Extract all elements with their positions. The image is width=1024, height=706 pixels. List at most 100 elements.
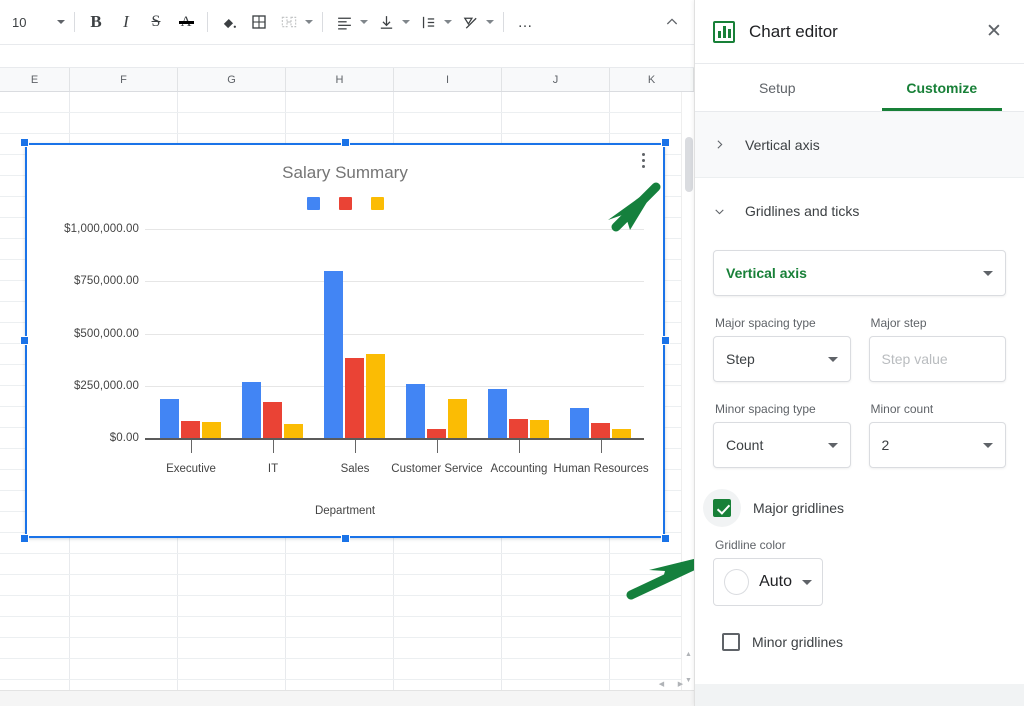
- grid-cell[interactable]: [394, 92, 502, 112]
- resize-handle-bottom-center[interactable]: [341, 534, 350, 543]
- resize-handle-top-center[interactable]: [341, 138, 350, 147]
- chart-bar[interactable]: [160, 399, 179, 438]
- grid-cell[interactable]: [178, 596, 286, 616]
- column-header-g[interactable]: G: [178, 68, 286, 91]
- grid-cell[interactable]: [286, 617, 394, 637]
- scroll-right-arrow-icon[interactable]: ▶: [674, 677, 687, 690]
- grid-cell[interactable]: [70, 554, 178, 574]
- italic-button[interactable]: I: [111, 7, 141, 37]
- grid-cell[interactable]: [502, 659, 610, 679]
- chart-selection-frame[interactable]: Salary Summary $1,000,000.00 $750,000.00 $…: [25, 143, 665, 538]
- grid-row[interactable]: [0, 575, 694, 596]
- more-options-button[interactable]: …: [510, 7, 540, 37]
- text-rotation-group[interactable]: [455, 7, 497, 37]
- grid-cell[interactable]: [502, 113, 610, 133]
- chart-bar[interactable]: [345, 357, 364, 438]
- grid-cell[interactable]: [70, 617, 178, 637]
- grid-cell[interactable]: [178, 617, 286, 637]
- resize-handle-top-left[interactable]: [20, 138, 29, 147]
- major-gridlines-row[interactable]: Major gridlines: [703, 486, 1006, 530]
- grid-row[interactable]: [0, 596, 694, 617]
- resize-handle-middle-right[interactable]: [661, 336, 670, 345]
- collapse-toolbar-button[interactable]: [656, 6, 688, 38]
- chart-bar[interactable]: [448, 399, 467, 438]
- column-header-f[interactable]: F: [70, 68, 178, 91]
- chart-bar[interactable]: [263, 402, 282, 438]
- chart-bar[interactable]: [509, 419, 528, 438]
- grid-cell[interactable]: [502, 596, 610, 616]
- grid-row[interactable]: [0, 554, 694, 575]
- grid-cell[interactable]: [502, 554, 610, 574]
- column-header-h[interactable]: H: [286, 68, 394, 91]
- chart-bar[interactable]: [530, 420, 549, 438]
- close-icon[interactable]: ✕: [980, 18, 1008, 46]
- grid-cell[interactable]: [0, 596, 70, 616]
- borders-button[interactable]: [244, 7, 274, 37]
- grid-cell[interactable]: [286, 596, 394, 616]
- axis-select[interactable]: Vertical axis: [713, 250, 1006, 296]
- grid-cell[interactable]: [0, 554, 70, 574]
- grid-row[interactable]: [0, 617, 694, 638]
- grid-cell[interactable]: [286, 575, 394, 595]
- chevron-down-icon[interactable]: [486, 20, 494, 24]
- text-wrapping-button[interactable]: [413, 7, 443, 37]
- horizontal-align-button[interactable]: [329, 7, 359, 37]
- scroll-up-arrow-icon[interactable]: ▲: [682, 648, 694, 661]
- minor-gridlines-checkbox[interactable]: [722, 633, 740, 651]
- chart-bar[interactable]: [284, 423, 303, 438]
- fill-color-button[interactable]: [214, 7, 244, 37]
- gridline-color-select[interactable]: Auto: [713, 558, 823, 606]
- grid-cell[interactable]: [502, 575, 610, 595]
- major-gridlines-checkbox[interactable]: [713, 499, 731, 517]
- chart-bar[interactable]: [591, 422, 610, 438]
- text-wrapping-group[interactable]: [413, 7, 455, 37]
- grid-cell[interactable]: [394, 596, 502, 616]
- chart-bar[interactable]: [202, 422, 221, 438]
- scroll-left-arrow-icon[interactable]: ◀: [655, 677, 668, 690]
- chart-bar[interactable]: [570, 408, 589, 438]
- chart-bar[interactable]: [488, 388, 507, 438]
- grid-row[interactable]: [0, 92, 694, 113]
- resize-handle-top-right[interactable]: [661, 138, 670, 147]
- tab-setup[interactable]: Setup: [695, 64, 860, 111]
- grid-cell[interactable]: [178, 92, 286, 112]
- strikethrough-button[interactable]: S: [141, 7, 171, 37]
- font-size-selector[interactable]: 10: [6, 8, 68, 36]
- merge-cells-group[interactable]: [274, 7, 316, 37]
- grid-cell[interactable]: [70, 638, 178, 658]
- grid-cell[interactable]: [178, 575, 286, 595]
- grid-cell[interactable]: [178, 638, 286, 658]
- chart-bar[interactable]: [324, 270, 343, 438]
- grid-cell[interactable]: [394, 659, 502, 679]
- column-header-j[interactable]: J: [502, 68, 610, 91]
- chart-bar[interactable]: [242, 381, 261, 438]
- chevron-down-icon[interactable]: [305, 20, 313, 24]
- chart-bar[interactable]: [181, 421, 200, 438]
- resize-handle-bottom-right[interactable]: [661, 534, 670, 543]
- grid-cell[interactable]: [502, 92, 610, 112]
- major-step-input[interactable]: Step value: [868, 336, 1006, 382]
- grid-cell[interactable]: [0, 113, 70, 133]
- grid-cell[interactable]: [70, 92, 178, 112]
- text-rotation-button[interactable]: [455, 7, 485, 37]
- grid-cell[interactable]: [0, 617, 70, 637]
- chart-bar[interactable]: [427, 429, 446, 438]
- grid-cell[interactable]: [70, 596, 178, 616]
- minor-count-select[interactable]: 2: [868, 422, 1006, 468]
- grid-cell[interactable]: [286, 638, 394, 658]
- grid-cell[interactable]: [178, 113, 286, 133]
- grid-row[interactable]: [0, 113, 694, 134]
- chevron-down-icon[interactable]: [402, 20, 410, 24]
- chart-bar[interactable]: [612, 429, 631, 438]
- grid-cell[interactable]: [394, 113, 502, 133]
- chart-object[interactable]: Salary Summary $1,000,000.00 $750,000.00 $…: [20, 138, 670, 543]
- grid-cell[interactable]: [286, 113, 394, 133]
- resize-handle-middle-left[interactable]: [20, 336, 29, 345]
- grid-cell[interactable]: [502, 617, 610, 637]
- bold-button[interactable]: B: [81, 7, 111, 37]
- grid-cell[interactable]: [0, 638, 70, 658]
- section-gridlines-and-ticks[interactable]: Gridlines and ticks: [695, 178, 1024, 244]
- chevron-down-icon[interactable]: [444, 20, 452, 24]
- chart-bar[interactable]: [406, 383, 425, 438]
- minor-spacing-select[interactable]: Count: [713, 422, 851, 468]
